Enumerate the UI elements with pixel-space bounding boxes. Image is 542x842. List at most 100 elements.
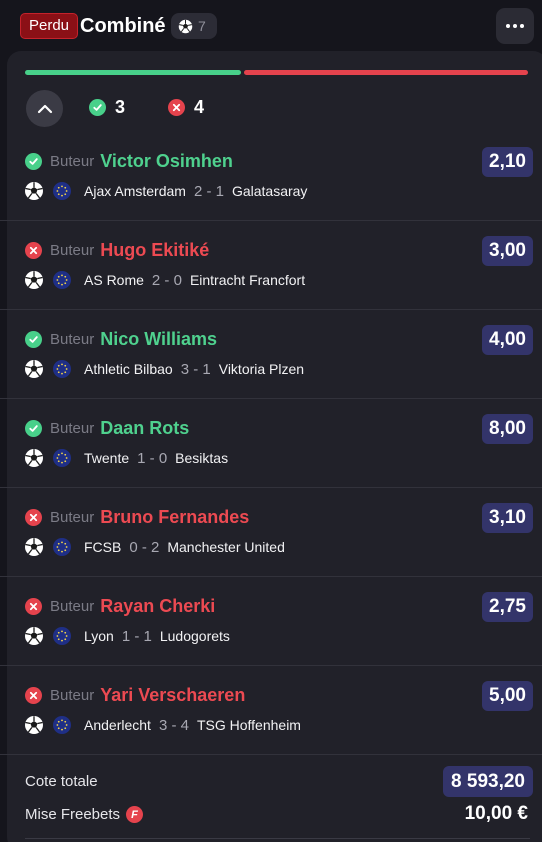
soccer-ball-icon bbox=[178, 19, 193, 33]
won-progress-bar bbox=[25, 70, 241, 75]
soccer-ball-icon bbox=[24, 537, 44, 557]
match-line: FCSB 0 - 2 Manchester United bbox=[84, 539, 285, 556]
divider bbox=[0, 220, 542, 221]
match-line: Ajax Amsterdam 2 - 1 Galatasaray bbox=[84, 183, 307, 200]
divider bbox=[0, 309, 542, 310]
selection-count: 7 bbox=[198, 18, 206, 34]
selection-row[interactable]: Buteur Rayan Cherki 2,75 Lyon 1 - 1 Ludogoret… bbox=[0, 592, 542, 684]
divider bbox=[25, 838, 530, 839]
competition-icon bbox=[53, 182, 71, 200]
check-icon bbox=[89, 99, 106, 116]
match-line: Twente 1 - 0 Besiktas bbox=[84, 450, 228, 467]
odds-badge: 4,00 bbox=[482, 325, 533, 355]
collapse-button[interactable] bbox=[26, 90, 63, 127]
soccer-ball-icon bbox=[24, 181, 44, 201]
selection-header: Buteur Bruno Fernandes bbox=[25, 506, 249, 528]
lost-summary: 4 bbox=[168, 97, 204, 118]
away-team: Galatasaray bbox=[231, 183, 308, 199]
home-team: Lyon bbox=[84, 628, 114, 644]
status-badge: Perdu bbox=[20, 13, 79, 39]
match-info: Ajax Amsterdam 2 - 1 Galatasaray bbox=[24, 180, 307, 202]
market-label: Buteur bbox=[50, 597, 95, 615]
match-score: 2 - 1 bbox=[193, 182, 224, 200]
odds-badge: 5,00 bbox=[482, 681, 533, 711]
match-info: AS Rome 2 - 0 Eintracht Francfort bbox=[24, 269, 305, 291]
match-info: Anderlecht 3 - 4 TSG Hoffenheim bbox=[24, 714, 301, 736]
market-label: Buteur bbox=[50, 241, 95, 259]
cross-icon bbox=[25, 241, 42, 259]
stake-label-group: Mise Freebets F bbox=[25, 806, 144, 823]
odds-badge: 8,00 bbox=[482, 414, 533, 444]
check-icon bbox=[25, 152, 42, 170]
selection-row[interactable]: Buteur Victor Osimhen 2,10 Ajax Amsterdam 2 … bbox=[0, 147, 542, 239]
odds-badge: 2,75 bbox=[482, 592, 533, 622]
competition-icon bbox=[53, 538, 71, 556]
more-options-button[interactable] bbox=[496, 8, 534, 44]
match-score: 1 - 1 bbox=[121, 627, 152, 645]
bet-title: Combiné bbox=[80, 15, 166, 37]
home-team: FCSB bbox=[84, 539, 122, 555]
player-name: Rayan Cherki bbox=[100, 595, 216, 616]
bet-header: Perdu Combiné 7 bbox=[0, 0, 542, 52]
selection-header: Buteur Rayan Cherki bbox=[25, 595, 215, 617]
match-line: Athletic Bilbao 3 - 1 Viktoria Plzen bbox=[84, 361, 304, 378]
player-name: Victor Osimhen bbox=[100, 150, 233, 171]
selection-row[interactable]: Buteur Yari Verschaeren 5,00 Anderlecht 3 - … bbox=[0, 681, 542, 773]
home-team: Twente bbox=[84, 450, 130, 466]
soccer-ball-icon bbox=[24, 270, 44, 290]
player-name: Yari Verschaeren bbox=[100, 684, 246, 705]
home-team: AS Rome bbox=[84, 272, 144, 288]
match-score: 3 - 4 bbox=[158, 716, 189, 734]
more-dots-icon bbox=[506, 24, 524, 28]
odds-badge: 3,10 bbox=[482, 503, 533, 533]
market-label: Buteur bbox=[50, 508, 95, 526]
divider bbox=[0, 398, 542, 399]
cross-icon bbox=[168, 99, 185, 116]
match-score: 3 - 1 bbox=[180, 360, 211, 378]
selection-row[interactable]: Buteur Nico Williams 4,00 Athletic Bilbao 3 … bbox=[0, 325, 542, 417]
home-team: Ajax Amsterdam bbox=[84, 183, 186, 199]
selection-header: Buteur Victor Osimhen bbox=[25, 150, 233, 172]
match-info: Athletic Bilbao 3 - 1 Viktoria Plzen bbox=[24, 358, 304, 380]
stake-value: 10,00 € bbox=[464, 803, 528, 824]
away-team: Viktoria Plzen bbox=[218, 361, 305, 377]
player-name: Daan Rots bbox=[100, 417, 190, 438]
home-team: Athletic Bilbao bbox=[84, 361, 173, 377]
soccer-ball-icon bbox=[24, 359, 44, 379]
lost-count: 4 bbox=[194, 97, 205, 117]
odds-badge: 2,10 bbox=[482, 147, 533, 177]
match-score: 0 - 2 bbox=[129, 538, 160, 556]
match-info: Lyon 1 - 1 Ludogorets bbox=[24, 625, 230, 647]
freebet-icon: F bbox=[126, 806, 144, 823]
odds-badge: 3,00 bbox=[482, 236, 533, 266]
competition-icon bbox=[53, 716, 71, 734]
selection-header: Buteur Yari Verschaeren bbox=[25, 684, 245, 706]
total-odds-value: 8 593,20 bbox=[443, 766, 533, 797]
market-label: Buteur bbox=[50, 330, 95, 348]
check-icon bbox=[25, 330, 42, 348]
match-info: Twente 1 - 0 Besiktas bbox=[24, 447, 228, 469]
match-score: 2 - 0 bbox=[151, 271, 182, 289]
chevron-up-icon bbox=[37, 104, 52, 113]
selection-row[interactable]: Buteur Hugo Ekitiké 3,00 AS Rome 2 - 0 Eintra… bbox=[0, 236, 542, 328]
away-team: Manchester United bbox=[167, 539, 285, 555]
match-line: Lyon 1 - 1 Ludogorets bbox=[84, 628, 230, 645]
competition-icon bbox=[53, 271, 71, 289]
player-name: Hugo Ekitiké bbox=[100, 239, 210, 260]
divider bbox=[0, 754, 542, 755]
away-team: Besiktas bbox=[175, 450, 229, 466]
lost-progress-bar bbox=[244, 70, 528, 75]
divider bbox=[0, 576, 542, 577]
selection-row[interactable]: Buteur Daan Rots 8,00 Twente 1 - 0 Besiktas bbox=[0, 414, 542, 506]
cross-icon bbox=[25, 686, 42, 704]
selection-row[interactable]: Buteur Bruno Fernandes 3,10 FCSB 0 - 2 Manche… bbox=[0, 503, 542, 595]
soccer-ball-icon bbox=[24, 626, 44, 646]
competition-icon bbox=[53, 449, 71, 467]
bet-slip-page: Perdu Combiné 7 3 4 Buteur Victor Osimhe… bbox=[0, 0, 542, 842]
market-label: Buteur bbox=[50, 686, 95, 704]
away-team: Eintracht Francfort bbox=[189, 272, 306, 288]
match-line: Anderlecht 3 - 4 TSG Hoffenheim bbox=[84, 717, 301, 734]
check-icon bbox=[25, 419, 42, 437]
match-info: FCSB 0 - 2 Manchester United bbox=[24, 536, 285, 558]
selection-header: Buteur Hugo Ekitiké bbox=[25, 239, 209, 261]
